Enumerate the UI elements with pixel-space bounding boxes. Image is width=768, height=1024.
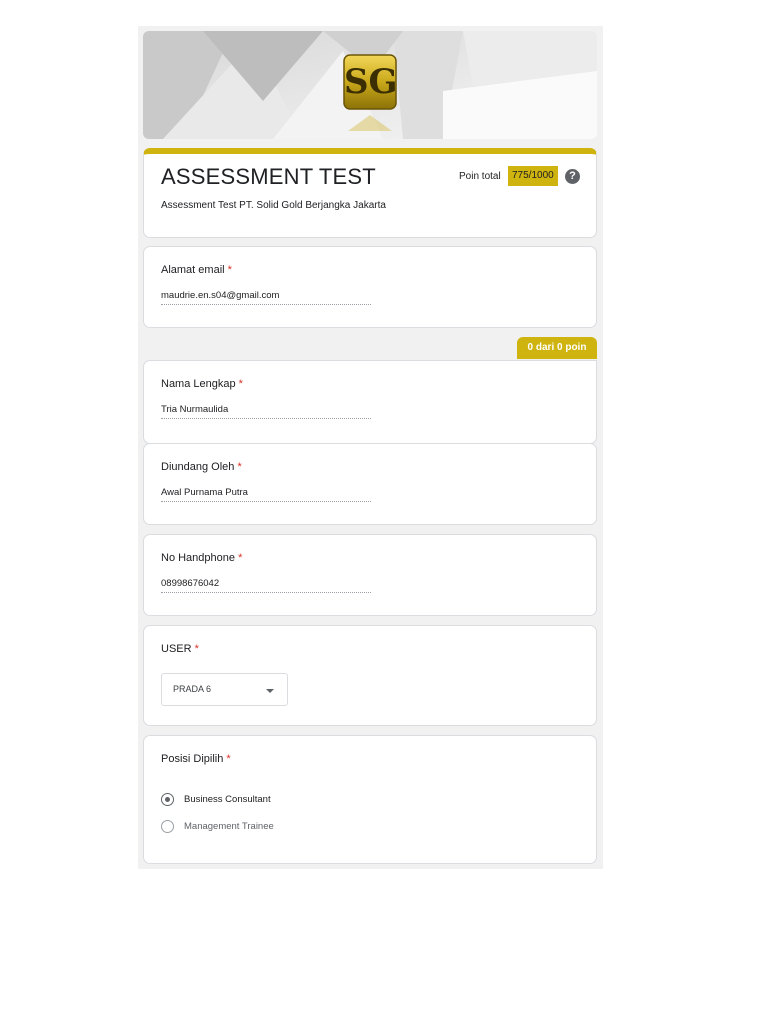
email-answer: maudrie.en.s04@gmail.com (161, 290, 371, 305)
required-asterisk: * (226, 753, 231, 765)
user-select-value: PRADA 6 (173, 684, 212, 694)
points-badge: 775/1000 (508, 166, 558, 186)
question-label: Alamat email * (161, 264, 232, 276)
nama-answer: Tria Nurmaulida (161, 404, 371, 419)
question-card-diundang: Diundang Oleh * Awal Purnama Putra (143, 443, 597, 525)
required-asterisk: * (238, 378, 243, 390)
radio-checked-icon[interactable] (161, 793, 174, 806)
caret-down-icon (266, 689, 274, 693)
question-card-email: Alamat email * maudrie.en.s04@gmail.com (143, 246, 597, 328)
question-card-handphone: No Handphone * 08998676042 (143, 534, 597, 616)
required-asterisk: * (238, 552, 243, 564)
question-label-text: Nama Lengkap (161, 378, 236, 390)
question-circle-icon[interactable]: ? (565, 169, 580, 184)
title-card: ASSESSMENT TEST Assessment Test PT. Soli… (143, 148, 597, 238)
radio-option-label: Business Consultant (184, 794, 271, 805)
question-card-nama: Nama Lengkap * Tria Nurmaulida (143, 360, 597, 444)
radio-option-label: Management Trainee (184, 821, 274, 832)
question-label-text: Posisi Dipilih (161, 753, 224, 765)
question-card-user: USER * PRADA 6 (143, 625, 597, 726)
form-description: Assessment Test PT. Solid Gold Berjangka… (161, 200, 386, 211)
required-asterisk: * (237, 461, 242, 473)
required-asterisk: * (227, 264, 232, 276)
handphone-answer: 08998676042 (161, 578, 371, 593)
required-asterisk: * (194, 643, 199, 655)
logo-text: SG (344, 62, 398, 102)
question-card-posisi: Posisi Dipilih * Business Consultant Man… (143, 735, 597, 864)
form-title: ASSESSMENT TEST (161, 164, 376, 189)
user-select[interactable]: PRADA 6 (161, 673, 288, 706)
question-label: USER * (161, 643, 199, 655)
header-banner: SG (143, 31, 597, 139)
question-label-text: Alamat email (161, 264, 225, 276)
question-label-text: Diundang Oleh (161, 461, 235, 473)
question-label: No Handphone * (161, 552, 242, 564)
points-label: Poin total (459, 171, 501, 182)
question-label: Nama Lengkap * (161, 378, 243, 390)
question-label-text: USER (161, 643, 192, 655)
question-label-text: No Handphone (161, 552, 236, 564)
diundang-answer: Awal Purnama Putra (161, 487, 371, 502)
form-container: SG ASSESSMENT TEST Assessment Test PT. S… (138, 26, 603, 869)
question-label: Posisi Dipilih * (161, 753, 231, 765)
radio-unchecked-icon[interactable] (161, 820, 174, 833)
question-label: Diundang Oleh * (161, 461, 242, 473)
section-score-tab: 0 dari 0 poin (517, 337, 597, 359)
